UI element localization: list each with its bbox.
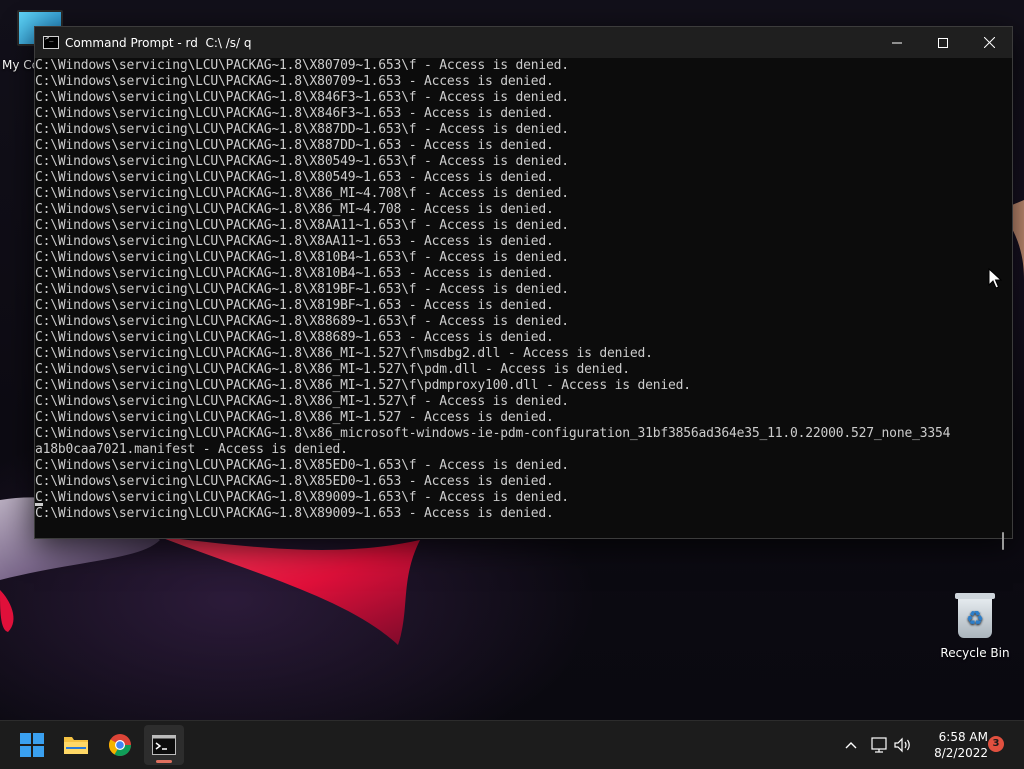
command-prompt-taskbar-button[interactable] bbox=[144, 725, 184, 765]
desktop-icon-label: Recycle Bin bbox=[940, 646, 1010, 660]
terminal-icon bbox=[152, 735, 176, 755]
console-line: C:\Windows\servicing\LCU\PACKAG~1.8\X86_… bbox=[35, 186, 569, 201]
notification-badge[interactable]: 3 bbox=[988, 736, 1004, 752]
system-tray bbox=[838, 721, 916, 769]
console-line: C:\Windows\servicing\LCU\PACKAG~1.8\X8AA… bbox=[35, 234, 554, 249]
window-title: Command Prompt - rd C:\ /s/ q bbox=[65, 35, 252, 50]
console-scrollbar[interactable] bbox=[995, 58, 1012, 550]
folder-icon bbox=[64, 737, 88, 754]
volume-icon[interactable] bbox=[890, 735, 916, 755]
mouse-pointer-icon bbox=[988, 268, 1002, 289]
terminal-icon bbox=[43, 34, 59, 49]
desktop-icon-recycle-bin[interactable]: ♻ Recycle Bin bbox=[940, 593, 1010, 660]
minimize-icon bbox=[892, 42, 902, 43]
taskbar: 6:58 AM 8/2/2022 bbox=[0, 720, 1024, 769]
console-line: a18b0caa7021.manifest - Access is denied… bbox=[35, 442, 348, 457]
console-line: C:\Windows\servicing\LCU\PACKAG~1.8\X887… bbox=[35, 138, 554, 153]
close-icon bbox=[983, 37, 995, 48]
console-line: C:\Windows\servicing\LCU\PACKAG~1.8\X86_… bbox=[35, 362, 630, 377]
minimize-button[interactable] bbox=[874, 27, 920, 58]
active-indicator bbox=[156, 760, 172, 763]
console-line: C:\Windows\servicing\LCU\PACKAG~1.8\X86_… bbox=[35, 202, 554, 217]
console-line: C:\Windows\servicing\LCU\PACKAG~1.8\x86_… bbox=[35, 426, 951, 441]
console-line: C:\Windows\servicing\LCU\PACKAG~1.8\X810… bbox=[35, 266, 554, 281]
console-line: C:\Windows\servicing\LCU\PACKAG~1.8\X886… bbox=[35, 330, 554, 345]
console-line: C:\Windows\servicing\LCU\PACKAG~1.8\X805… bbox=[35, 170, 554, 185]
console-line: C:\Windows\servicing\LCU\PACKAG~1.8\X846… bbox=[35, 106, 554, 121]
taskbar-clock[interactable]: 6:58 AM 8/2/2022 bbox=[918, 729, 988, 761]
chrome-button[interactable] bbox=[100, 725, 140, 765]
console-line: C:\Windows\servicing\LCU\PACKAG~1.8\X887… bbox=[35, 122, 569, 137]
windows-logo-icon bbox=[20, 733, 44, 757]
maximize-icon bbox=[938, 37, 948, 48]
window-controls bbox=[874, 27, 1012, 58]
console-output[interactable]: C:\Windows\servicing\LCU\PACKAG~1.8\X807… bbox=[35, 58, 995, 538]
console-line: C:\Windows\servicing\LCU\PACKAG~1.8\X819… bbox=[35, 298, 554, 313]
console-cursor bbox=[35, 503, 43, 506]
console-line: C:\Windows\servicing\LCU\PACKAG~1.8\X8AA… bbox=[35, 218, 569, 233]
recycle-bin-icon: ♻ bbox=[955, 593, 995, 638]
console-line: C:\Windows\servicing\LCU\PACKAG~1.8\X85E… bbox=[35, 458, 569, 473]
chrome-icon bbox=[109, 734, 131, 756]
console-line: C:\Windows\servicing\LCU\PACKAG~1.8\X805… bbox=[35, 154, 569, 169]
window-titlebar[interactable]: Command Prompt - rd C:\ /s/ q bbox=[35, 27, 1012, 58]
console-line: C:\Windows\servicing\LCU\PACKAG~1.8\X846… bbox=[35, 90, 569, 105]
console-line: C:\Windows\servicing\LCU\PACKAG~1.8\X85E… bbox=[35, 474, 554, 489]
scrollbar-thumb[interactable] bbox=[1002, 532, 1004, 550]
network-icon[interactable] bbox=[866, 735, 892, 755]
console-line: C:\Windows\servicing\LCU\PACKAG~1.8\X86_… bbox=[35, 394, 569, 409]
desktop-icon-label: My Cc bbox=[2, 58, 39, 72]
console-line: C:\Windows\servicing\LCU\PACKAG~1.8\X819… bbox=[35, 282, 569, 297]
console-line: C:\Windows\servicing\LCU\PACKAG~1.8\X886… bbox=[35, 314, 569, 329]
console-line: C:\Windows\servicing\LCU\PACKAG~1.8\X86_… bbox=[35, 346, 653, 361]
maximize-button[interactable] bbox=[920, 27, 966, 58]
console-line: C:\Windows\servicing\LCU\PACKAG~1.8\X890… bbox=[35, 506, 554, 521]
close-button[interactable] bbox=[966, 27, 1012, 58]
console-line: C:\Windows\servicing\LCU\PACKAG~1.8\X86_… bbox=[35, 378, 691, 393]
console-line: C:\Windows\servicing\LCU\PACKAG~1.8\X86_… bbox=[35, 410, 554, 425]
clock-time: 6:58 AM bbox=[938, 730, 988, 744]
console-line: C:\Windows\servicing\LCU\PACKAG~1.8\X807… bbox=[35, 74, 554, 89]
start-button[interactable] bbox=[12, 725, 52, 765]
console-line: C:\Windows\servicing\LCU\PACKAG~1.8\X807… bbox=[35, 58, 569, 73]
console-line: C:\Windows\servicing\LCU\PACKAG~1.8\X810… bbox=[35, 250, 569, 265]
command-prompt-window[interactable]: Command Prompt - rd C:\ /s/ q C:\Windows… bbox=[34, 26, 1013, 550]
chevron-up-icon[interactable] bbox=[838, 735, 864, 755]
file-explorer-button[interactable] bbox=[56, 725, 96, 765]
console-line: C:\Windows\servicing\LCU\PACKAG~1.8\X890… bbox=[35, 490, 569, 505]
clock-date: 8/2/2022 bbox=[934, 746, 988, 760]
